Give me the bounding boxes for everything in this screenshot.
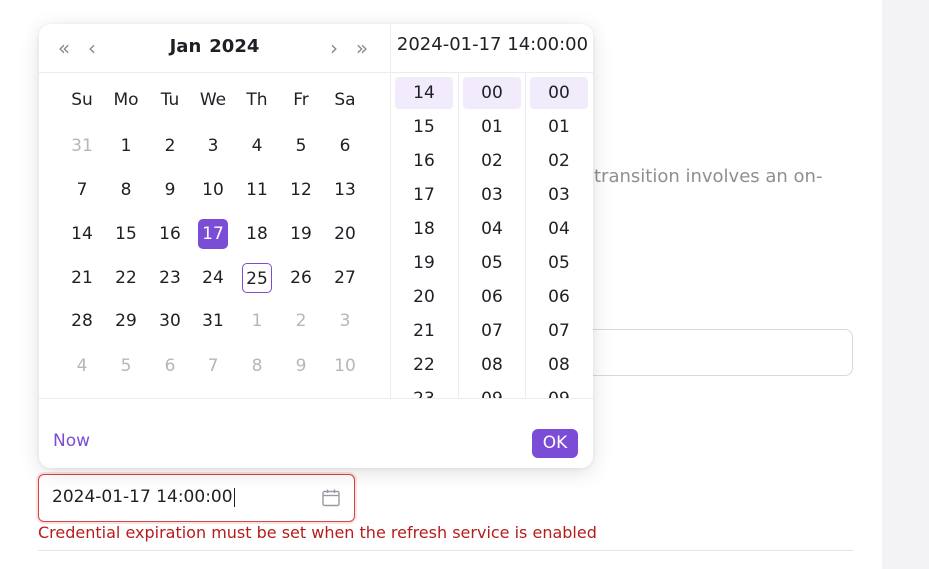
day-cell[interactable]: 7	[198, 351, 228, 381]
day-cell[interactable]: 11	[242, 175, 272, 205]
day-cell[interactable]: 6	[330, 131, 360, 161]
hour-option[interactable]: 21	[395, 315, 453, 347]
day-cell[interactable]: 4	[242, 131, 272, 161]
day-cell[interactable]: 6	[155, 351, 185, 381]
minute-option[interactable]: 07	[463, 315, 521, 347]
day-cell[interactable]: 21	[67, 263, 97, 293]
day-cell[interactable]: 7	[67, 175, 97, 205]
day-cell[interactable]: 9	[286, 351, 316, 381]
second-option[interactable]: 04	[530, 213, 588, 245]
datetime-picker-popover: « ‹ Jan 2024 › » Su Mo Tu We Th Fr Sa 31 1 2 3 4 5 6 7…	[39, 24, 593, 468]
day-cell[interactable]: 10	[198, 175, 228, 205]
minute-option-selected[interactable]: 00	[463, 77, 521, 109]
background-input-field[interactable]	[560, 329, 853, 376]
day-cell[interactable]: 31	[198, 306, 228, 336]
second-option[interactable]: 07	[530, 315, 588, 347]
minute-column[interactable]: 000102030405060708 09	[458, 73, 527, 398]
day-cell[interactable]: 26	[286, 263, 316, 293]
hour-option[interactable]: 15	[395, 111, 453, 143]
day-cell[interactable]: 3	[198, 131, 228, 161]
hour-option[interactable]: 20	[395, 281, 453, 313]
day-cell[interactable]: 13	[330, 175, 360, 205]
day-cell[interactable]: 16	[155, 219, 185, 249]
calendar-pane: « ‹ Jan 2024 › » Su Mo Tu We Th Fr Sa 31 1 2 3 4 5 6 7…	[39, 24, 390, 398]
day-cell[interactable]: 4	[67, 351, 97, 381]
minute-option[interactable]: 06	[463, 281, 521, 313]
day-cell[interactable]: 14	[67, 219, 97, 249]
day-cell[interactable]: 5	[111, 351, 141, 381]
second-option[interactable]: 01	[530, 111, 588, 143]
minute-option[interactable]: 04	[463, 213, 521, 245]
day-cell[interactable]: 3	[330, 306, 360, 336]
divider	[38, 550, 853, 551]
day-cell[interactable]: 8	[111, 175, 141, 205]
second-option[interactable]: 03	[530, 179, 588, 211]
error-message: Credential expiration must be set when t…	[38, 523, 597, 542]
day-cell[interactable]: 2	[155, 131, 185, 161]
day-cell[interactable]: 24	[198, 263, 228, 293]
day-cell[interactable]: 19	[286, 219, 316, 249]
day-cell[interactable]: 8	[242, 351, 272, 381]
day-cell[interactable]: 22	[111, 263, 141, 293]
day-cell[interactable]: 20	[330, 219, 360, 249]
day-cell[interactable]: 9	[155, 175, 185, 205]
day-cell[interactable]: 15	[111, 219, 141, 249]
minute-option[interactable]: 02	[463, 145, 521, 177]
day-cell[interactable]: 10	[330, 351, 360, 381]
day-cell[interactable]: 2	[286, 306, 316, 336]
text-caret	[233, 487, 235, 507]
day-cell[interactable]: 1	[111, 131, 141, 161]
ok-button[interactable]: OK	[532, 429, 578, 458]
day-cell[interactable]: 5	[286, 131, 316, 161]
day-cell[interactable]: 12	[286, 175, 316, 205]
second-option-selected[interactable]: 00	[530, 77, 588, 109]
day-cell[interactable]: 27	[330, 263, 360, 293]
day-cell[interactable]: 23	[155, 263, 185, 293]
hour-option[interactable]: 19	[395, 247, 453, 279]
hour-option[interactable]: 16	[395, 145, 453, 177]
second-option[interactable]: 02	[530, 145, 588, 177]
hour-column[interactable]: 141516171819202122 23	[391, 73, 459, 398]
second-option[interactable]: 08	[530, 349, 588, 381]
second-option[interactable]: 09	[530, 383, 588, 398]
day-cell[interactable]: 1	[242, 306, 272, 336]
minute-option[interactable]: 09	[463, 383, 521, 398]
hour-option[interactable]: 17	[395, 179, 453, 211]
minute-option[interactable]: 03	[463, 179, 521, 211]
day-cell-selected[interactable]: 17	[198, 219, 228, 249]
time-pane: 2024-01-17 14:00:00 141516171819202122 23…	[390, 24, 593, 398]
hour-option-selected[interactable]: 14	[395, 77, 453, 109]
minute-option[interactable]: 01	[463, 111, 521, 143]
calendar-days-grid: 31 1 2 3 4 5 6 7 8 9 10 11 12 13 14 15 16 17 18 19 20 21 22 23 2…	[39, 24, 390, 398]
datetime-input-value[interactable]: 2024-01-17 14:00:00	[52, 487, 235, 507]
calendar-icon[interactable]	[321, 488, 341, 508]
day-cell[interactable]: 30	[155, 306, 185, 336]
second-column[interactable]: 000102030405060708 09	[525, 73, 593, 398]
selected-datetime-display: 2024-01-17 14:00:00	[396, 34, 589, 55]
picker-footer: Now OK	[39, 398, 593, 468]
hour-option[interactable]: 18	[395, 213, 453, 245]
background-description-text: transition involves an on-	[594, 166, 823, 187]
minute-option[interactable]: 05	[463, 247, 521, 279]
hour-option[interactable]: 22	[395, 349, 453, 381]
second-option[interactable]: 05	[530, 247, 588, 279]
day-cell[interactable]: 29	[111, 306, 141, 336]
day-cell[interactable]: 18	[242, 219, 272, 249]
day-cell[interactable]: 28	[67, 306, 97, 336]
day-cell-today[interactable]: 25	[242, 263, 272, 293]
second-option[interactable]: 06	[530, 281, 588, 313]
hour-option[interactable]: 23	[395, 383, 453, 398]
minute-option[interactable]: 08	[463, 349, 521, 381]
datetime-input[interactable]: 2024-01-17 14:00:00	[38, 474, 355, 522]
day-cell[interactable]: 31	[67, 131, 97, 161]
now-button[interactable]: Now	[53, 431, 90, 451]
